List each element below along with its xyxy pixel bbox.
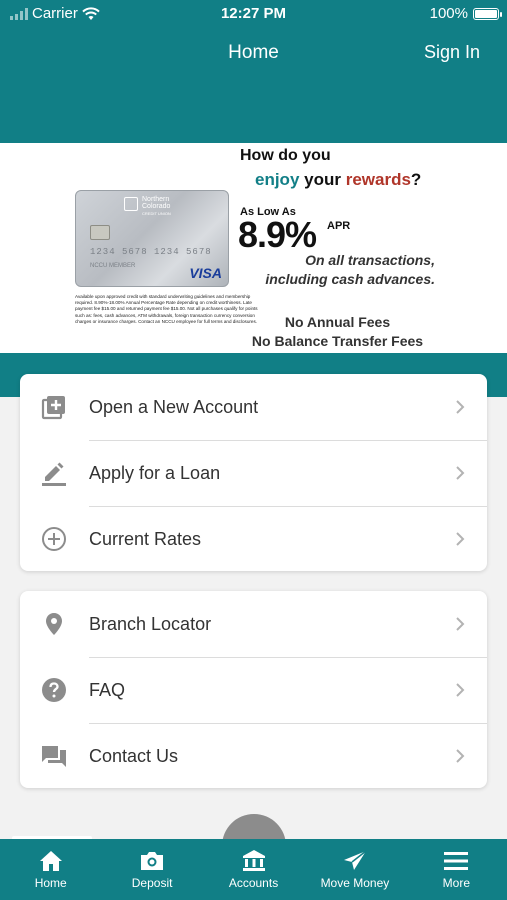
no-annual-fees: No Annual Fees bbox=[284, 314, 391, 330]
headline-your: your bbox=[299, 170, 346, 189]
chevron-right-icon bbox=[456, 749, 465, 763]
chevron-right-icon bbox=[456, 466, 465, 480]
card-holder: NCCU MEMBER bbox=[90, 263, 136, 269]
card-bank-name-1: Northern bbox=[142, 196, 170, 203]
menu-item-apply-loan[interactable]: Apply for a Loan bbox=[20, 440, 487, 506]
fees-text: No Annual Fees No Balance Transfer Fees bbox=[240, 313, 435, 351]
sign-in-button[interactable]: Sign In bbox=[424, 42, 480, 63]
banner-headline-1: How do you bbox=[240, 147, 331, 164]
menu-item-contact-us[interactable]: Contact Us bbox=[20, 723, 487, 789]
menu-item-open-account[interactable]: Open a New Account bbox=[20, 374, 487, 440]
bank-icon bbox=[242, 850, 265, 871]
transactions-text: On all transactions, including cash adva… bbox=[240, 251, 435, 289]
send-icon bbox=[343, 850, 367, 870]
chevron-right-icon bbox=[456, 400, 465, 414]
credit-card-image: Northern Colorado CREDIT UNION 1234 5678… bbox=[75, 190, 229, 287]
chevron-right-icon bbox=[456, 683, 465, 697]
help-circle-icon bbox=[42, 678, 66, 702]
tab-label: Deposit bbox=[131, 876, 173, 890]
menu-item-current-rates[interactable]: Current Rates bbox=[20, 506, 487, 572]
app-header: Carrier 12:27 PM 100% Home Sign In bbox=[0, 0, 507, 143]
menu-icon bbox=[444, 852, 469, 870]
tab-label: Home bbox=[34, 876, 67, 890]
card-chip-icon bbox=[90, 225, 110, 240]
headline-question-mark: ? bbox=[410, 170, 422, 189]
fine-print: Available upon approved credit with stan… bbox=[75, 294, 258, 324]
card-bank-name-2: Colorado bbox=[142, 203, 171, 210]
menu-item-label: FAQ bbox=[89, 679, 126, 700]
bank-logo-icon bbox=[124, 197, 138, 211]
tab-move-money[interactable]: Move Money bbox=[304, 839, 405, 900]
home-icon bbox=[39, 851, 62, 871]
tab-label: Accounts bbox=[228, 876, 279, 890]
headline-enjoy: enjoy bbox=[255, 170, 300, 189]
battery-icon bbox=[473, 7, 502, 20]
chat-icon bbox=[42, 746, 66, 767]
card-number: 1234 5678 1234 5678 bbox=[90, 247, 212, 257]
bottom-tab-bar: Home Deposit Accounts Move Money More bbox=[0, 839, 507, 900]
menu-item-faq[interactable]: FAQ bbox=[20, 657, 487, 723]
add-box-icon bbox=[41, 396, 65, 420]
battery-percent: 100% bbox=[429, 5, 468, 22]
chevron-right-icon bbox=[456, 532, 465, 546]
camera-icon bbox=[141, 852, 164, 870]
pencil-icon bbox=[42, 462, 66, 486]
tab-home[interactable]: Home bbox=[0, 839, 101, 900]
banner-headline-2: enjoy your rewards? bbox=[255, 170, 421, 190]
transactions-line-2: including cash advances. bbox=[265, 271, 435, 287]
menu-item-label: Contact Us bbox=[89, 745, 179, 766]
headline-rewards: rewards bbox=[345, 170, 411, 189]
card-bank-name-3: CREDIT UNION bbox=[142, 211, 171, 216]
plus-circle-icon bbox=[42, 527, 66, 551]
menu-item-label: Open a New Account bbox=[89, 396, 259, 417]
location-pin-icon bbox=[46, 613, 62, 635]
apr-label: APR bbox=[327, 220, 351, 232]
menu-group-accounts: Open a New Account Apply for a Loan Curr… bbox=[20, 374, 487, 571]
tab-deposit[interactable]: Deposit bbox=[101, 839, 202, 900]
apr-rate: 8.9% bbox=[238, 214, 317, 255]
tab-accounts[interactable]: Accounts bbox=[203, 839, 304, 900]
menu-item-label: Branch Locator bbox=[89, 613, 212, 634]
tab-more[interactable]: More bbox=[406, 839, 507, 900]
tab-label: Move Money bbox=[320, 876, 390, 890]
menu-item-branch-locator[interactable]: Branch Locator bbox=[20, 591, 487, 657]
menu-item-label: Apply for a Loan bbox=[89, 462, 221, 483]
no-balance-transfer-fees: No Balance Transfer Fees bbox=[251, 333, 424, 349]
chevron-right-icon bbox=[456, 617, 465, 631]
status-bar: Carrier 12:27 PM 100% bbox=[0, 0, 507, 28]
promo-banner[interactable]: Northern Colorado CREDIT UNION 1234 5678… bbox=[0, 143, 507, 353]
tab-label: More bbox=[442, 876, 470, 890]
menu-item-label: Current Rates bbox=[89, 528, 202, 549]
transactions-line-1: On all transactions, bbox=[305, 252, 435, 268]
menu-group-help: Branch Locator FAQ Contact Us bbox=[20, 591, 487, 788]
visa-logo: VISA bbox=[189, 265, 222, 281]
